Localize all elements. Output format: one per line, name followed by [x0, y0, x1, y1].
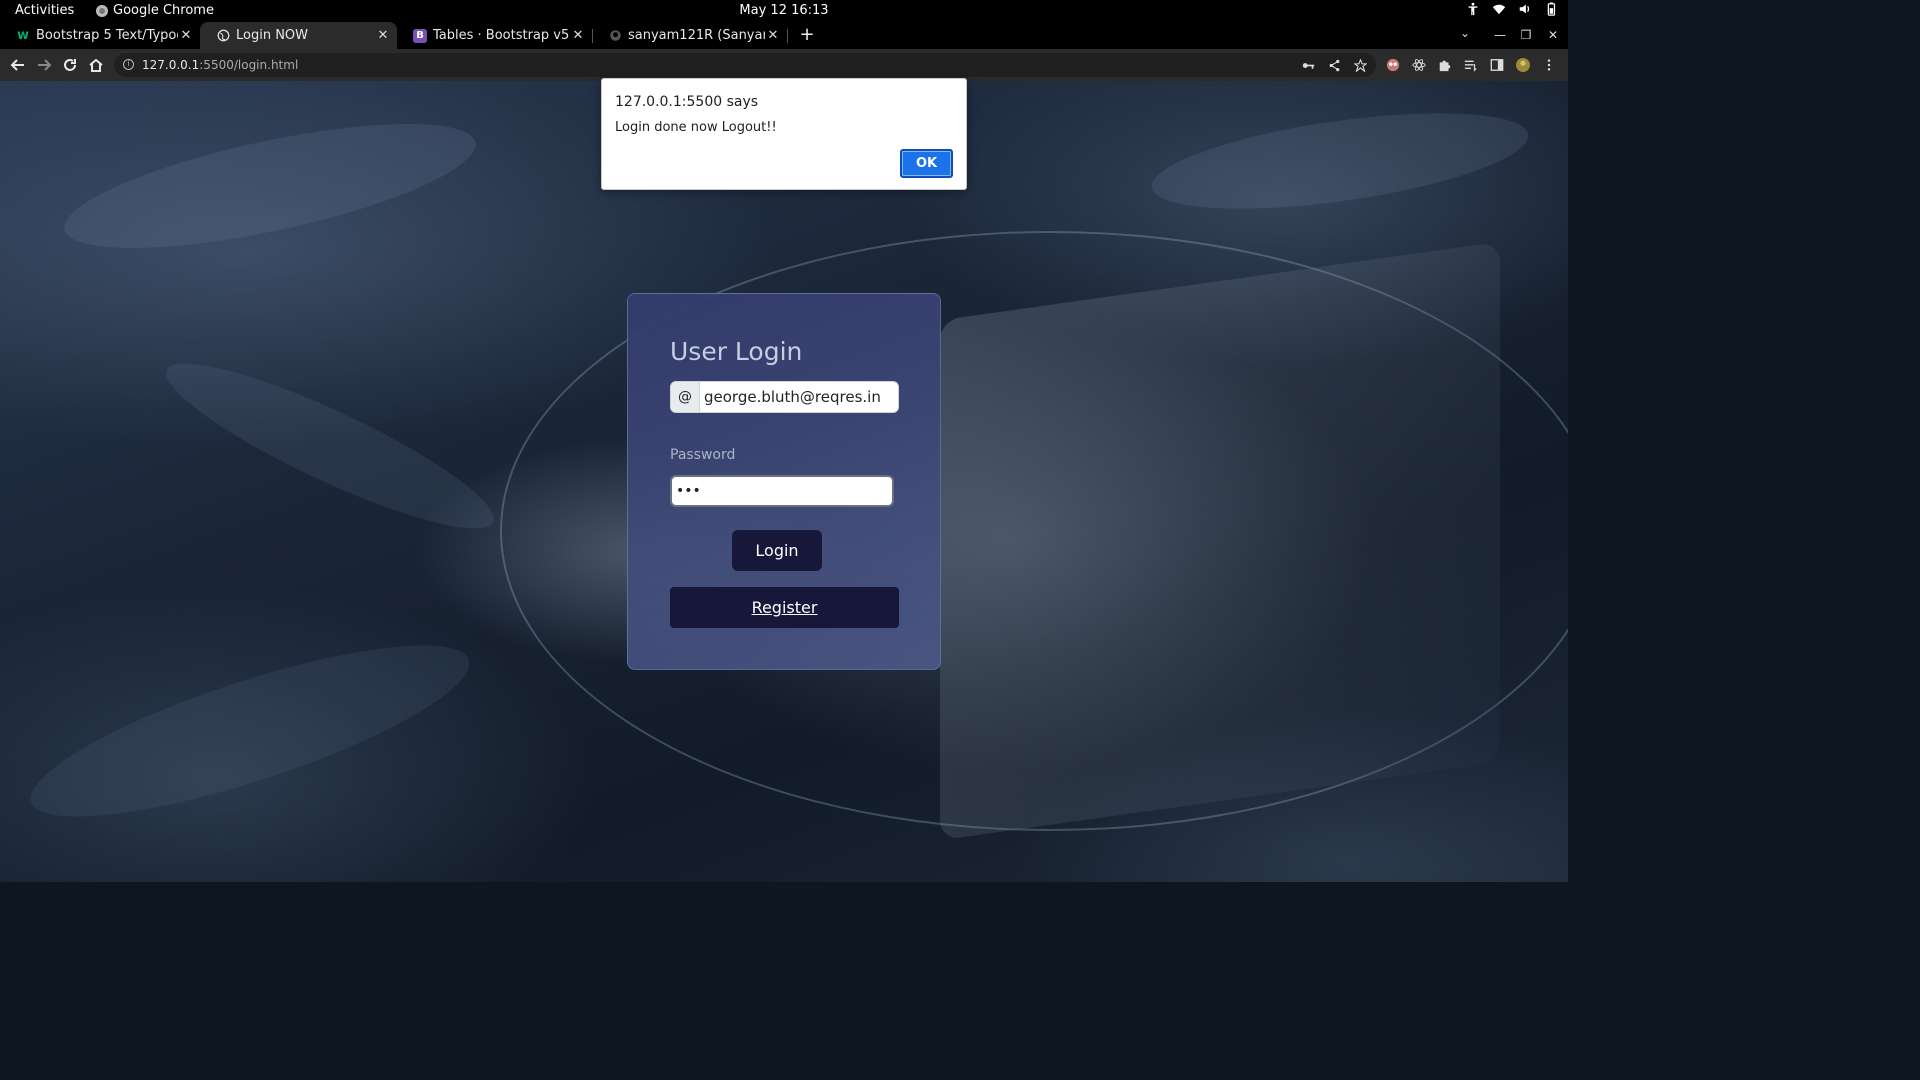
alert-message: Login done now Logout!!: [615, 120, 777, 135]
home-icon[interactable]: [86, 55, 106, 75]
share-icon[interactable]: [1326, 57, 1342, 73]
tab-github-profile[interactable]: sanyam121R (Sanyam Rat ✕: [592, 22, 787, 49]
reload-icon[interactable]: [60, 55, 80, 75]
url-host: 127.0.0.1: [142, 58, 200, 72]
url-path: :5500/login.html: [199, 58, 299, 72]
tab-tables-bootstrap[interactable]: B Tables · Bootstrap v5.0 ✕: [397, 22, 592, 49]
tab-bootstrap-text[interactable]: w Bootstrap 5 Text/Typogra ✕: [0, 22, 200, 49]
alert-ok-button[interactable]: OK: [900, 149, 953, 178]
restore-icon[interactable]: ❐: [1516, 25, 1536, 45]
login-title: User Login: [670, 337, 803, 366]
extensions-puzzle-icon[interactable]: [1437, 57, 1453, 73]
site-info-icon[interactable]: i: [123, 59, 134, 70]
alert-origin: 127.0.0.1:5500 says: [615, 94, 759, 110]
side-panel-icon[interactable]: [1489, 57, 1505, 73]
tab-title: Login NOW: [236, 28, 309, 43]
app-name: Google Chrome: [113, 3, 214, 18]
close-window-icon[interactable]: ✕: [1543, 25, 1563, 45]
activities-button[interactable]: Activities: [15, 3, 74, 18]
os-top-bar: Activities Google Chrome May 12 16:13: [0, 0, 1568, 22]
close-tab-icon[interactable]: ✕: [765, 28, 781, 43]
app-menu[interactable]: Google Chrome: [96, 3, 214, 18]
register-button[interactable]: Register: [670, 587, 899, 628]
tab-title: Bootstrap 5 Text/Typogra: [36, 28, 178, 43]
password-label: Password: [670, 447, 736, 463]
extension-owl-icon[interactable]: [1385, 57, 1401, 73]
background-image-book: [940, 241, 1500, 841]
login-button[interactable]: Login: [732, 530, 822, 571]
minimize-icon[interactable]: —: [1490, 25, 1510, 45]
password-field[interactable]: [670, 475, 894, 507]
address-bar[interactable]: i 127.0.0.1:5500/login.html: [114, 53, 1376, 77]
close-tab-icon[interactable]: ✕: [570, 28, 586, 43]
tab-login-now[interactable]: Login NOW ✕: [200, 22, 397, 49]
tab-search-chevron-icon[interactable]: ⌄: [1460, 26, 1470, 40]
key-icon[interactable]: [1300, 57, 1316, 73]
background-fold: [152, 338, 508, 554]
volume-icon[interactable]: [1518, 2, 1532, 16]
background-fold: [15, 612, 485, 850]
profile-avatar-icon[interactable]: [1515, 57, 1531, 73]
bootstrap-icon: B: [413, 28, 427, 43]
extension-react-icon[interactable]: [1411, 57, 1427, 73]
page-viewport: User Login @ Password Login Register: [0, 81, 1568, 882]
reading-list-icon[interactable]: [1463, 57, 1479, 73]
globe-icon: [216, 29, 230, 43]
email-input-group: @: [670, 381, 899, 413]
battery-icon[interactable]: [1544, 2, 1558, 16]
browser-toolbar: i 127.0.0.1:5500/login.html: [0, 49, 1568, 81]
url-text: 127.0.0.1:5500/login.html: [142, 58, 298, 72]
email-at-prefix: @: [671, 382, 700, 412]
clock[interactable]: May 12 16:13: [739, 3, 828, 18]
new-tab-button[interactable]: +: [797, 25, 817, 45]
chrome-menu-icon[interactable]: [1541, 57, 1557, 73]
system-tray[interactable]: [1466, 2, 1558, 16]
background-fold: [55, 98, 485, 274]
background-fold: [1146, 94, 1534, 228]
close-tab-icon[interactable]: ✕: [375, 28, 391, 43]
tab-separator: [787, 29, 788, 43]
github-icon: [608, 29, 622, 43]
bookmark-star-icon[interactable]: [1352, 57, 1368, 73]
tab-strip: w Bootstrap 5 Text/Typogra ✕ Login NOW ✕…: [0, 22, 1568, 49]
login-card: User Login @ Password Login Register: [627, 293, 941, 670]
close-tab-icon[interactable]: ✕: [178, 28, 194, 43]
back-icon[interactable]: [8, 55, 28, 75]
accessibility-icon[interactable]: [1466, 2, 1480, 16]
email-field[interactable]: [700, 382, 898, 412]
forward-icon[interactable]: [34, 55, 54, 75]
tab-title: Tables · Bootstrap v5.0: [433, 28, 570, 43]
wifi-icon[interactable]: [1492, 2, 1506, 16]
chrome-icon: [96, 4, 108, 17]
w3schools-icon: w: [16, 28, 29, 43]
tab-title: sanyam121R (Sanyam Rat: [628, 28, 765, 43]
